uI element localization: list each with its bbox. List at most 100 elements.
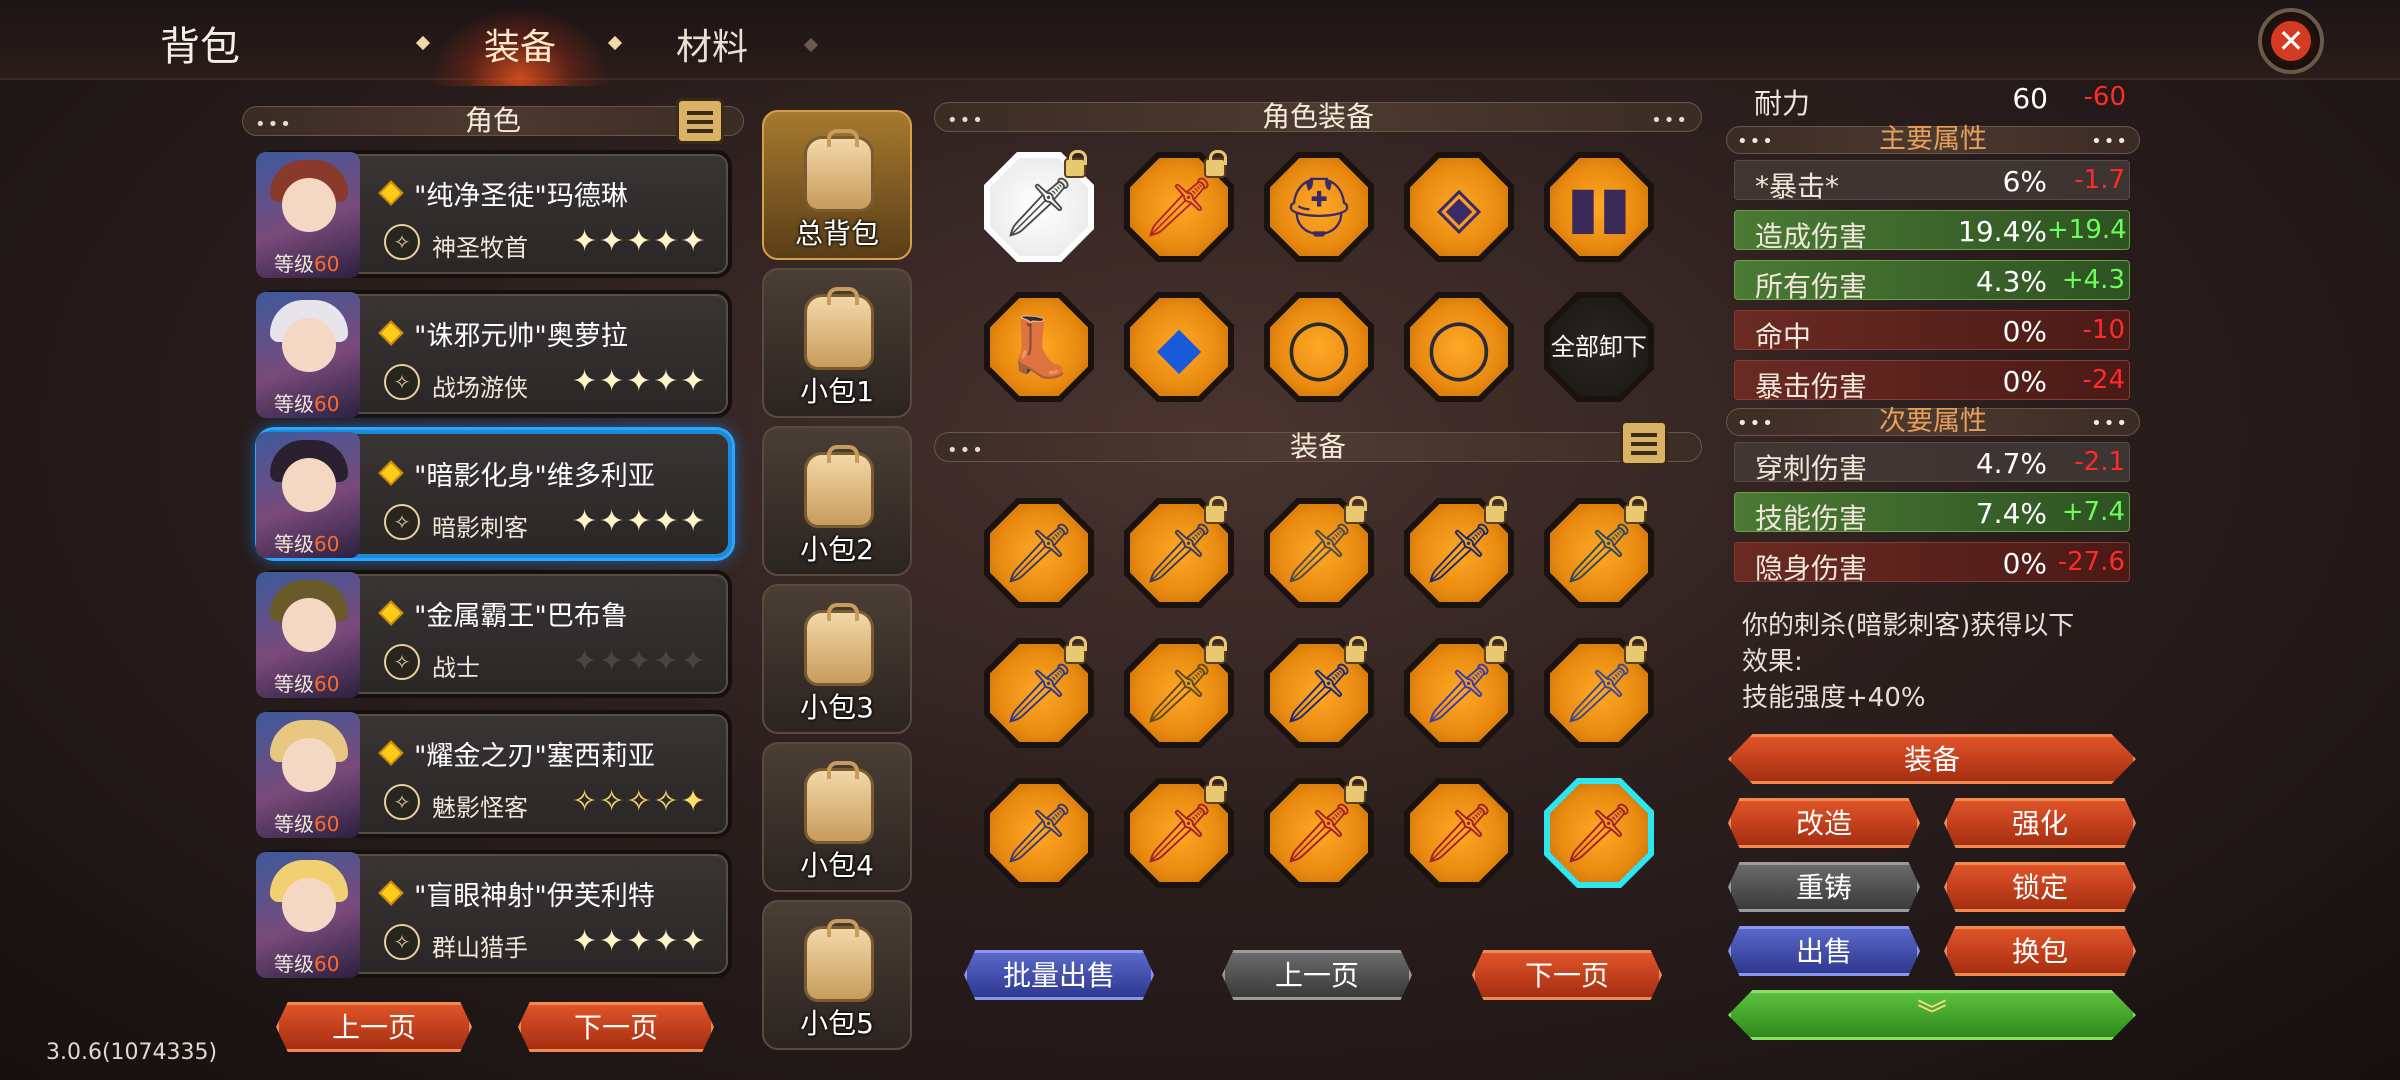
stat-value: 7.4% — [1975, 497, 2047, 530]
secondary-attributes-header: ••• 次要属性 ••• — [1726, 408, 2140, 436]
star-rating: ✦✦✦✦✦ — [572, 924, 708, 959]
main-attributes-label: 主要属性 — [1879, 124, 1987, 155]
batch-sell-button[interactable]: 批量出售 — [964, 950, 1154, 1000]
bag-label: 小包2 — [800, 533, 874, 566]
bag-slot[interactable]: 小包3 — [762, 584, 912, 734]
star-rating: ✦✦✦✦✦ — [572, 644, 708, 679]
ring-icon: ◯ — [1286, 313, 1352, 381]
role-name: "金属霸王"巴布鲁 — [382, 594, 628, 633]
role-level: 等级60 — [274, 532, 340, 556]
inventory-item-slot[interactable]: 🗡 — [1544, 778, 1654, 888]
roles-next-page-button[interactable]: 下一页 — [518, 1002, 714, 1052]
stat-value: 0% — [2002, 365, 2047, 398]
role-card[interactable]: 等级60 "诛邪元帅"奥萝拉 ✧ 战场游侠 ✦✦✦✦✦ — [256, 290, 732, 418]
expand-button[interactable]: ︾ — [1728, 990, 2136, 1040]
chest-armor-icon: ◈ — [1436, 173, 1482, 241]
stat-row: 暴击伤害 0% -24 — [1734, 360, 2130, 403]
equipped-slot[interactable]: ◈ — [1404, 152, 1514, 262]
stat-delta: -1.7 — [2074, 165, 2125, 195]
role-card[interactable]: 等级60 "金属霸王"巴布鲁 ✧ 战士 ✦✦✦✦✦ — [256, 570, 732, 698]
equipped-slot[interactable]: ◯ — [1404, 292, 1514, 402]
dagger-icon: 🗡 — [1562, 799, 1636, 867]
top-bar — [0, 0, 2400, 80]
equipped-slot[interactable]: ⛑ — [1264, 152, 1374, 262]
lock-icon — [1204, 496, 1227, 524]
inventory-item-slot[interactable]: 🗡 — [984, 498, 1094, 608]
lock-icon — [1624, 636, 1647, 664]
stat-name: 隐身伤害 — [1755, 552, 1868, 585]
role-class: 魅影怪客 — [432, 794, 528, 822]
stat-delta: +4.3 — [2061, 265, 2125, 295]
role-card[interactable]: 等级60 "纯净圣徒"玛德琳 ✧ 神圣牧首 ✦✦✦✦✦ — [256, 150, 732, 278]
recast-button[interactable]: 重铸 — [1728, 862, 1920, 912]
modify-button[interactable]: 改造 — [1728, 798, 1920, 848]
role-class: 神圣牧首 — [432, 234, 528, 262]
role-level: 等级60 — [274, 952, 340, 976]
stat-name: 命中 — [1755, 320, 1812, 353]
switch-bag-button[interactable]: 换包 — [1944, 926, 2136, 976]
bag-slot[interactable]: 小包2 — [762, 426, 912, 576]
stat-name: 所有伤害 — [1755, 270, 1868, 303]
lock-icon — [1204, 150, 1227, 178]
page-title: 背包 — [160, 24, 240, 70]
lock-icon — [1204, 636, 1227, 664]
lock-icon — [1064, 636, 1087, 664]
lock-icon — [1484, 496, 1507, 524]
stat-delta: +7.4 — [2061, 497, 2125, 527]
unequip-all-label: 全部卸下 — [1551, 333, 1647, 361]
role-level: 等级60 — [274, 252, 340, 276]
bag-label: 小包3 — [800, 691, 874, 724]
role-class: 战场游侠 — [432, 374, 528, 402]
equipment-prev-page-button[interactable]: 上一页 — [1222, 950, 1412, 1000]
list-filter-icon — [1631, 433, 1657, 437]
chevron-down-icon: ︾ — [1917, 998, 1947, 1033]
equipped-slot[interactable]: ◯ — [1264, 292, 1374, 402]
equipped-slot[interactable]: ◆ — [1124, 292, 1234, 402]
tab-materials[interactable]: 材料 — [676, 18, 748, 70]
stat-name: 暴击伤害 — [1755, 370, 1868, 403]
inventory-item-slot[interactable]: 🗡 — [984, 778, 1094, 888]
bag-slot[interactable]: 小包5 — [762, 900, 912, 1050]
star-rating: ✦✦✦✦✦ — [572, 364, 708, 399]
close-button[interactable]: ✕ — [2258, 8, 2324, 74]
role-card[interactable]: 等级60 "盲眼神射"伊芙利特 ✧ 群山猎手 ✦✦✦✦✦ — [256, 850, 732, 978]
tab-equipment[interactable]: 装备 — [484, 18, 556, 70]
helmet-icon: ⛑ — [1282, 173, 1356, 241]
stat-delta: -10 — [2082, 315, 2125, 345]
unequip-all-button[interactable]: 全部卸下 — [1544, 292, 1654, 402]
lock-icon — [1064, 150, 1087, 178]
bag-slot[interactable]: 小包4 — [762, 742, 912, 892]
bag-slot[interactable]: 小包1 — [762, 268, 912, 418]
class-emblem-icon: ✧ — [384, 784, 420, 820]
equip-button[interactable]: 装备 — [1728, 734, 2136, 784]
roles-header: ••• 角色 — [242, 106, 744, 136]
role-name: "盲眼神射"伊芙利特 — [382, 874, 655, 913]
enhance-button[interactable]: 强化 — [1944, 798, 2136, 848]
class-emblem-icon: ✧ — [384, 644, 420, 680]
roles-prev-page-button[interactable]: 上一页 — [276, 1002, 472, 1052]
stat-value: 0% — [2002, 315, 2047, 348]
inventory-item-slot[interactable]: 🗡 — [1404, 778, 1514, 888]
effect-line: 技能强度+40% — [1742, 683, 1926, 713]
lock-button[interactable]: 锁定 — [1944, 862, 2136, 912]
stat-name: 造成伤害 — [1755, 220, 1868, 253]
class-emblem-icon: ✧ — [384, 504, 420, 540]
stat-value: 4.3% — [1975, 265, 2047, 298]
lock-icon — [1344, 496, 1367, 524]
role-card[interactable]: 等级60 "耀金之刃"塞西莉亚 ✧ 魅影怪客 ✧✧✧✧✦ — [256, 710, 732, 838]
filter-button[interactable] — [676, 98, 724, 144]
role-class: 暗影刺客 — [432, 514, 528, 542]
equipped-slot[interactable]: ▮▮ — [1544, 152, 1654, 262]
stat-row: 隐身伤害 0% -27.6 — [1734, 542, 2130, 585]
equipment-filter-button[interactable] — [1620, 420, 1668, 466]
sell-button[interactable]: 出售 — [1728, 926, 1920, 976]
version-label: 3.0.6(1074335) — [46, 1040, 218, 1065]
role-name: "耀金之刃"塞西莉亚 — [382, 734, 655, 773]
equipment-next-page-button[interactable]: 下一页 — [1472, 950, 1662, 1000]
stat-value: 19.4% — [1958, 215, 2047, 248]
stat-row: 命中 0% -10 — [1734, 310, 2130, 353]
role-card[interactable]: 等级60 "暗影化身"维多利亚 ✧ 暗影刺客 ✦✦✦✦✦ — [256, 430, 732, 558]
bag-label: 小包1 — [800, 375, 874, 408]
bag-slot[interactable]: 总背包 — [762, 110, 912, 260]
equipped-slot[interactable]: 👢 — [984, 292, 1094, 402]
